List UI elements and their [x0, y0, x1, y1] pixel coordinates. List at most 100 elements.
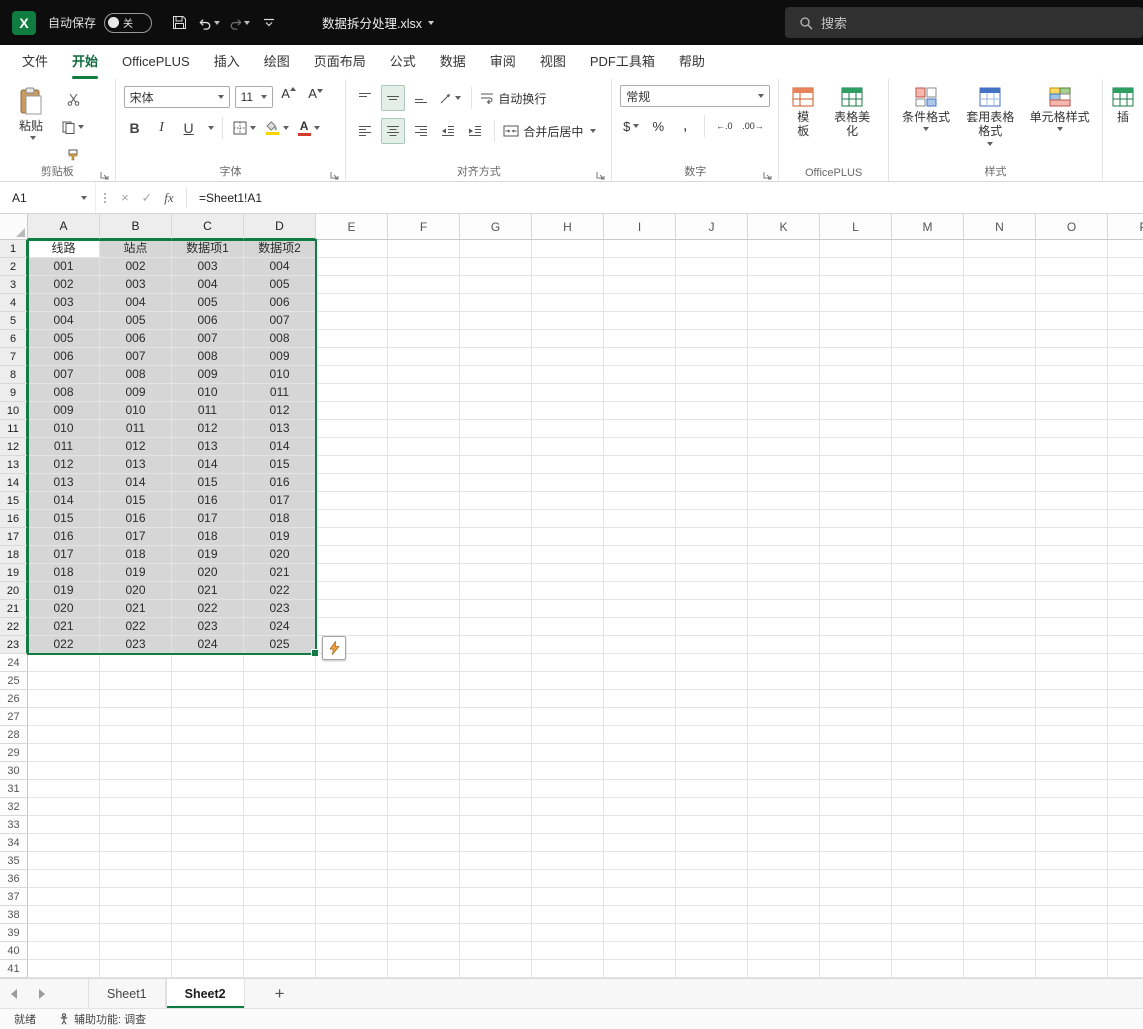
fill-handle[interactable]	[311, 649, 319, 657]
cell-N40[interactable]	[964, 942, 1036, 960]
column-header-A[interactable]: A	[28, 214, 100, 240]
cell-H36[interactable]	[532, 870, 604, 888]
cell-N5[interactable]	[964, 312, 1036, 330]
cell-C19[interactable]: 020	[172, 564, 244, 582]
cell-O11[interactable]	[1036, 420, 1108, 438]
cell-N16[interactable]	[964, 510, 1036, 528]
cell-O29[interactable]	[1036, 744, 1108, 762]
cell-G3[interactable]	[460, 276, 532, 294]
row-header-36[interactable]: 36	[0, 870, 28, 888]
format-as-table-button[interactable]: 套用表格格式	[960, 85, 1020, 148]
cell-O6[interactable]	[1036, 330, 1108, 348]
cell-G29[interactable]	[460, 744, 532, 762]
cell-B35[interactable]	[100, 852, 172, 870]
cell-L25[interactable]	[820, 672, 892, 690]
cell-K7[interactable]	[748, 348, 820, 366]
align-middle-button[interactable]	[381, 85, 406, 111]
cell-G38[interactable]	[460, 906, 532, 924]
cell-I14[interactable]	[604, 474, 676, 492]
cell-B29[interactable]	[100, 744, 172, 762]
cell-N18[interactable]	[964, 546, 1036, 564]
orientation-button[interactable]	[437, 86, 463, 110]
insert-function-button[interactable]: fx	[158, 187, 180, 209]
cell-B36[interactable]	[100, 870, 172, 888]
cell-F22[interactable]	[388, 618, 460, 636]
cell-K21[interactable]	[748, 600, 820, 618]
cell-E19[interactable]	[316, 564, 388, 582]
cell-B16[interactable]: 016	[100, 510, 172, 528]
cell-I17[interactable]	[604, 528, 676, 546]
cell-B27[interactable]	[100, 708, 172, 726]
cell-N15[interactable]	[964, 492, 1036, 510]
cell-C2[interactable]: 003	[172, 258, 244, 276]
column-header-F[interactable]: F	[388, 214, 460, 240]
cell-D7[interactable]: 009	[244, 348, 316, 366]
cell-O13[interactable]	[1036, 456, 1108, 474]
cell-I40[interactable]	[604, 942, 676, 960]
cell-G26[interactable]	[460, 690, 532, 708]
cell-A11[interactable]: 010	[28, 420, 100, 438]
cell-C32[interactable]	[172, 798, 244, 816]
cell-O38[interactable]	[1036, 906, 1108, 924]
template-button[interactable]: 模板	[787, 85, 819, 141]
cell-P31[interactable]	[1108, 780, 1143, 798]
cell-O34[interactable]	[1036, 834, 1108, 852]
cell-F25[interactable]	[388, 672, 460, 690]
cell-O14[interactable]	[1036, 474, 1108, 492]
cell-P6[interactable]	[1108, 330, 1143, 348]
cell-F36[interactable]	[388, 870, 460, 888]
cell-L19[interactable]	[820, 564, 892, 582]
cell-E5[interactable]	[316, 312, 388, 330]
cell-J33[interactable]	[676, 816, 748, 834]
cell-N12[interactable]	[964, 438, 1036, 456]
cell-N6[interactable]	[964, 330, 1036, 348]
cell-D40[interactable]	[244, 942, 316, 960]
cell-M13[interactable]	[892, 456, 964, 474]
cell-M16[interactable]	[892, 510, 964, 528]
cell-D12[interactable]: 014	[244, 438, 316, 456]
column-header-O[interactable]: O	[1036, 214, 1108, 240]
cell-J11[interactable]	[676, 420, 748, 438]
sheet-nav-right-button[interactable]	[28, 979, 56, 1008]
cell-F29[interactable]	[388, 744, 460, 762]
cell-H31[interactable]	[532, 780, 604, 798]
cell-C1[interactable]: 数据项1	[172, 240, 244, 258]
menu-tab-formulas[interactable]: 公式	[378, 45, 428, 79]
cell-N24[interactable]	[964, 654, 1036, 672]
cell-F7[interactable]	[388, 348, 460, 366]
cell-I34[interactable]	[604, 834, 676, 852]
cell-N8[interactable]	[964, 366, 1036, 384]
excel-logo-icon[interactable]: X	[12, 10, 36, 35]
cell-B4[interactable]: 004	[100, 294, 172, 312]
merge-center-button[interactable]: 合并后居中	[503, 123, 597, 140]
cell-L10[interactable]	[820, 402, 892, 420]
cell-G27[interactable]	[460, 708, 532, 726]
cell-N23[interactable]	[964, 636, 1036, 654]
cell-L26[interactable]	[820, 690, 892, 708]
cell-G17[interactable]	[460, 528, 532, 546]
cell-D18[interactable]: 020	[244, 546, 316, 564]
cell-C37[interactable]	[172, 888, 244, 906]
cell-L20[interactable]	[820, 582, 892, 600]
cell-L9[interactable]	[820, 384, 892, 402]
cell-O8[interactable]	[1036, 366, 1108, 384]
cell-M29[interactable]	[892, 744, 964, 762]
cell-C28[interactable]	[172, 726, 244, 744]
cell-N22[interactable]	[964, 618, 1036, 636]
cell-L22[interactable]	[820, 618, 892, 636]
cell-K13[interactable]	[748, 456, 820, 474]
cell-N11[interactable]	[964, 420, 1036, 438]
cell-O32[interactable]	[1036, 798, 1108, 816]
cell-H27[interactable]	[532, 708, 604, 726]
cell-D2[interactable]: 004	[244, 258, 316, 276]
cell-I15[interactable]	[604, 492, 676, 510]
row-header-11[interactable]: 11	[0, 420, 28, 438]
cell-J10[interactable]	[676, 402, 748, 420]
sheet-tab-Sheet1[interactable]: Sheet1	[88, 979, 166, 1008]
cell-J31[interactable]	[676, 780, 748, 798]
cell-O17[interactable]	[1036, 528, 1108, 546]
cell-J32[interactable]	[676, 798, 748, 816]
row-header-33[interactable]: 33	[0, 816, 28, 834]
document-title[interactable]: 数据拆分处理.xlsx	[322, 13, 435, 32]
cell-J18[interactable]	[676, 546, 748, 564]
